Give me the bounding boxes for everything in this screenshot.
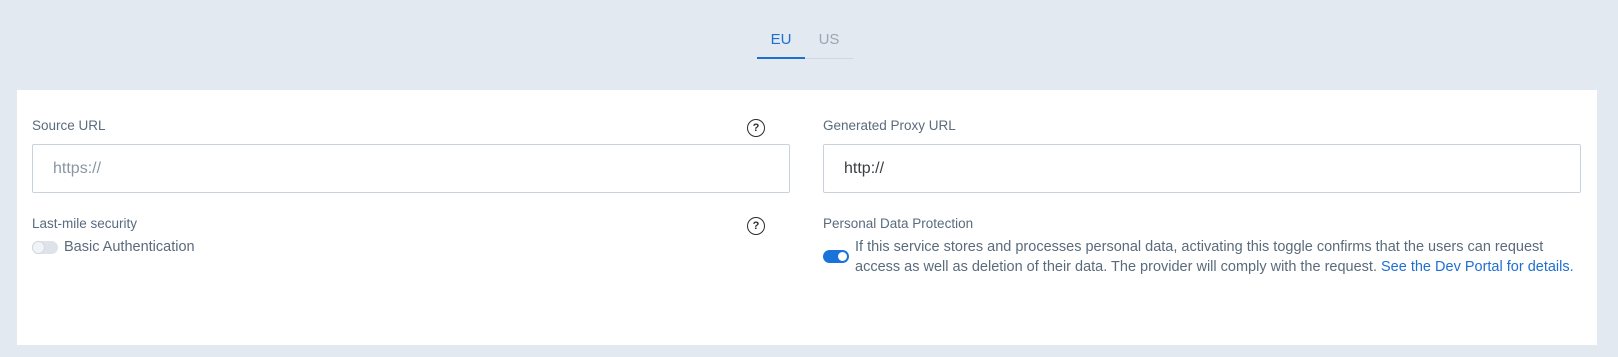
proxy-url-label: Generated Proxy URL <box>823 118 956 133</box>
toggle-knob <box>32 241 45 254</box>
question-circle-icon[interactable]: ? <box>747 217 765 235</box>
description-line-2: access as well as deletion of their data… <box>855 257 1585 277</box>
source-url-input[interactable] <box>32 144 790 193</box>
data-protection-label: Personal Data Protection <box>823 216 974 231</box>
data-protection-description: If this service stores and processes per… <box>855 237 1585 277</box>
question-circle-icon[interactable]: ? <box>747 119 765 137</box>
data-protection-toggle[interactable] <box>823 250 849 263</box>
toggle-knob <box>838 252 847 261</box>
tab-us[interactable]: US <box>805 26 853 59</box>
dev-portal-link[interactable]: See the Dev Portal for details. <box>1381 259 1574 275</box>
last-mile-security-label: Last-mile security <box>32 216 138 231</box>
tab-eu[interactable]: EU <box>757 26 805 59</box>
description-line-1: If this service stores and processes per… <box>855 239 1544 255</box>
proxy-url-input[interactable] <box>823 144 1581 193</box>
region-tabs: EU US <box>757 26 853 59</box>
url-settings-panel: Source URL ? Last-mile security ? Basic … <box>17 90 1597 345</box>
basic-auth-label: Basic Authentication <box>64 239 195 255</box>
description-line-2-text: access as well as deletion of their data… <box>855 259 1382 275</box>
source-url-label: Source URL <box>32 118 106 133</box>
basic-auth-toggle[interactable] <box>32 241 58 254</box>
